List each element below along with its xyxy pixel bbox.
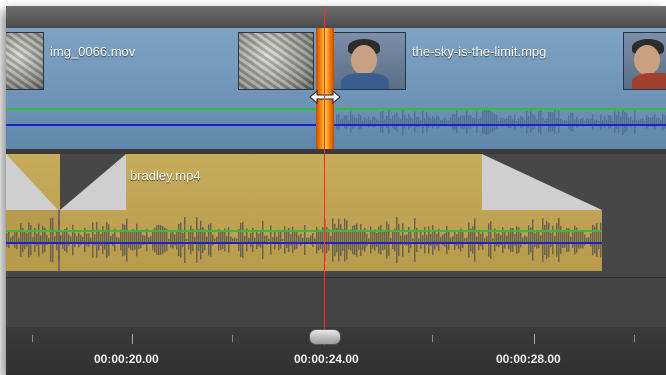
trim-cursor-icon[interactable] — [308, 90, 342, 104]
ruler-tick — [132, 334, 133, 344]
pan-line[interactable] — [6, 242, 602, 244]
ruler-tick — [432, 335, 433, 342]
ruler-label: 00:00:24.00 — [294, 352, 359, 366]
track2-audio-waveform — [6, 216, 602, 264]
clip-label-sky-is-the-limit[interactable]: the-sky-is-the-limit.mpg — [412, 44, 546, 59]
clip-label-bradley[interactable]: bradley.mp4 — [130, 168, 201, 183]
volume-line[interactable] — [6, 108, 666, 110]
ruler-tick — [634, 335, 635, 342]
ruler-tick — [232, 335, 233, 342]
volume-line[interactable] — [6, 230, 602, 232]
pan-line[interactable] — [6, 124, 666, 126]
timeline-panel: img_0066.mov the-sky-is-the-limit.mpg br… — [6, 6, 666, 375]
ruler-tick — [32, 335, 33, 342]
ruler-label: 00:00:20.00 — [94, 352, 159, 366]
playhead-scrubber-icon[interactable] — [309, 329, 341, 345]
transition-marker[interactable] — [316, 28, 334, 149]
fade-in-handle[interactable] — [60, 154, 126, 210]
ruler-tick — [534, 334, 535, 344]
clip-thumbnail — [332, 32, 406, 90]
playhead-line[interactable] — [324, 6, 325, 346]
fade-out-handle[interactable] — [6, 154, 58, 210]
timeline-top-strip — [6, 6, 666, 28]
clip-thumbnail — [238, 32, 314, 90]
empty-track — [6, 277, 666, 328]
clip-thumbnail — [623, 32, 666, 90]
clip-label-img-0066[interactable]: img_0066.mov — [50, 44, 135, 59]
ruler-label: 00:00:28.00 — [496, 352, 561, 366]
fade-out-handle[interactable] — [482, 154, 602, 210]
clip-thumbnail — [6, 32, 44, 90]
video-track-1: img_0066.mov the-sky-is-the-limit.mpg — [6, 28, 666, 149]
